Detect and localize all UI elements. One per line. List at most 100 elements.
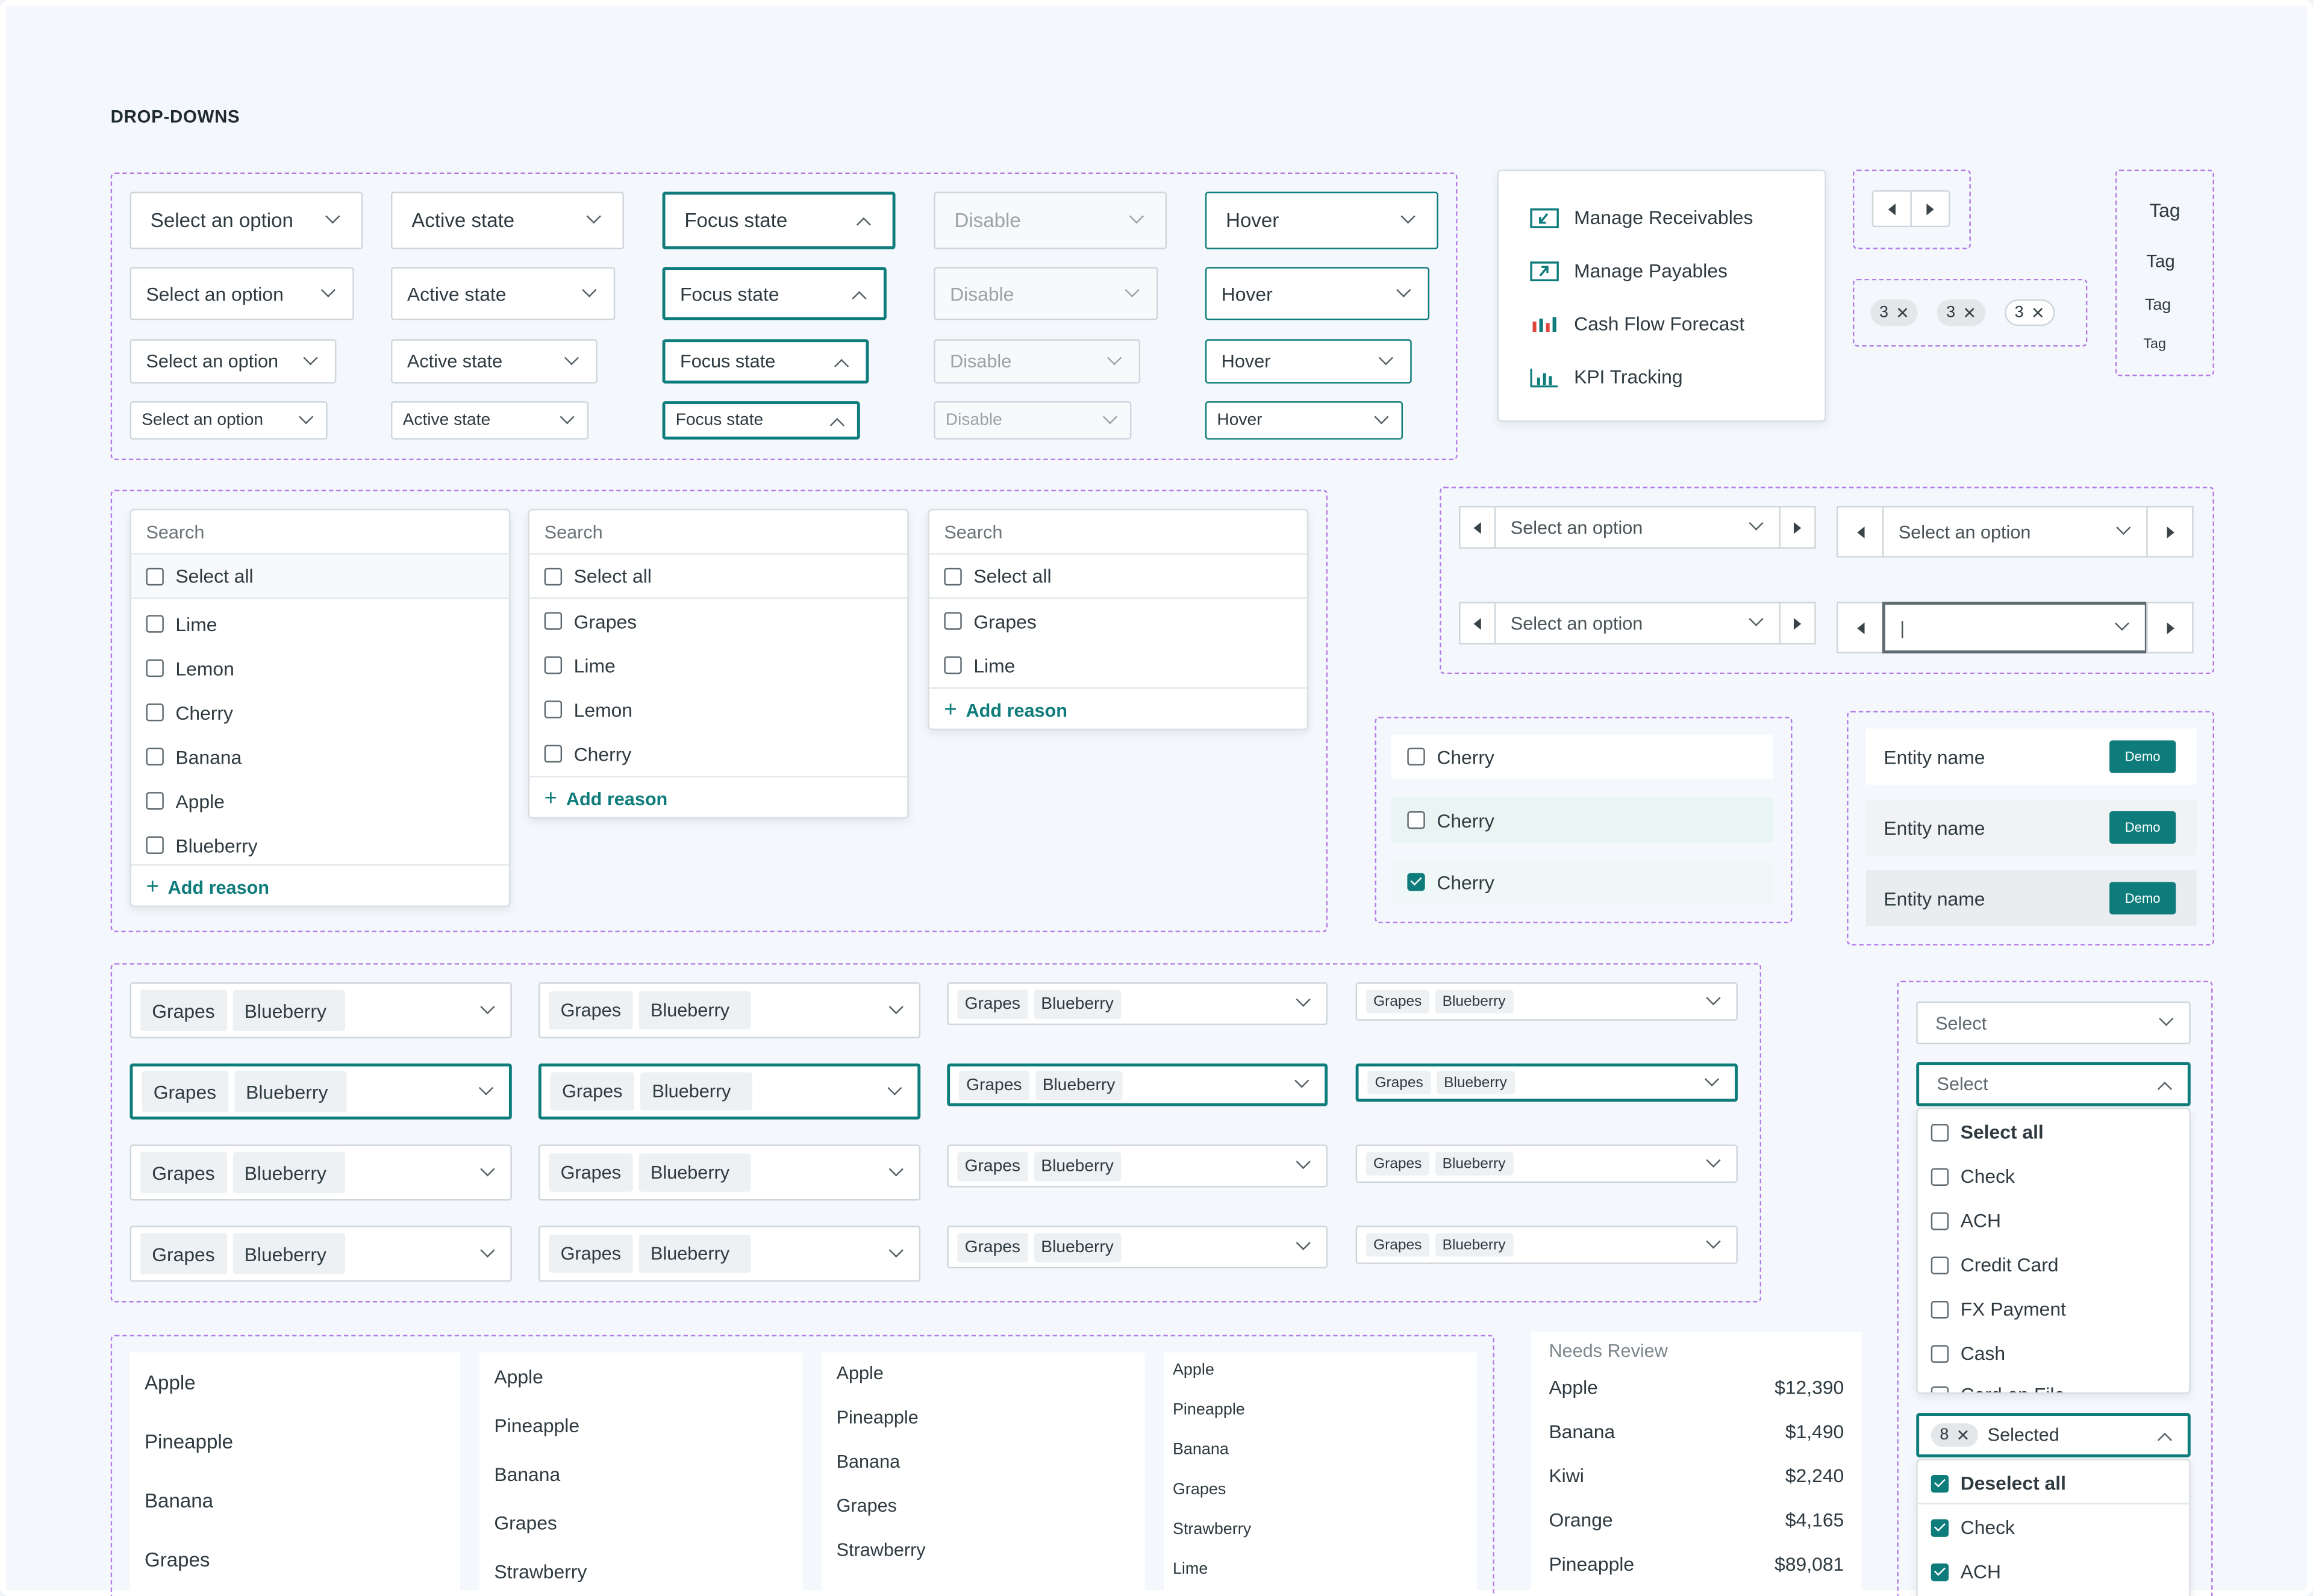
chip-grapes[interactable]: Grapes (957, 989, 1028, 1019)
focus-select[interactable]: Focus state (662, 339, 869, 384)
chip-blueberry[interactable]: Blueberry (1436, 1070, 1515, 1095)
hover-select[interactable]: Hover (1205, 339, 1412, 384)
checkbox[interactable] (544, 700, 563, 719)
list-item[interactable]: Strawberry (1173, 1521, 1251, 1538)
select-select[interactable]: Select an option (130, 401, 328, 440)
multi-select[interactable]: Grapes Blueberry (130, 1144, 512, 1201)
multi-select[interactable]: Grapes Blueberry (538, 1063, 921, 1120)
checkbox[interactable] (544, 744, 563, 763)
select-select[interactable]: Select an option (130, 192, 363, 249)
list-option[interactable]: Lemon (131, 646, 509, 690)
payment-option[interactable]: ACH (1931, 1560, 2001, 1583)
active-select[interactable]: Active state (390, 339, 598, 384)
list-item[interactable]: Pineapple (1173, 1401, 1245, 1419)
stepper-select[interactable]: Select an option (1494, 506, 1781, 549)
active-select[interactable]: Active state (390, 267, 616, 320)
menu-item-kpi[interactable]: KPI Tracking (1530, 366, 1683, 388)
search-input[interactable]: Search (929, 510, 1307, 555)
checkbox-checked[interactable] (1931, 1474, 1949, 1492)
select-all-option[interactable]: Select all (929, 554, 1307, 599)
checkbox[interactable] (1407, 811, 1425, 829)
multi-select[interactable]: Grapes Blueberry (538, 982, 921, 1039)
close-icon[interactable]: ✕ (1896, 303, 1909, 322)
list-option[interactable]: Grapes (929, 599, 1307, 643)
chip-grapes[interactable]: Grapes (550, 1072, 635, 1111)
chip-blueberry[interactable]: Blueberry (233, 990, 345, 1031)
list-option[interactable]: Cherry (529, 732, 907, 776)
multi-select[interactable]: Grapes Blueberry (130, 1226, 512, 1282)
count-chip[interactable]: 3 ✕ (2004, 299, 2055, 326)
stepper-next-button[interactable] (1779, 506, 1816, 549)
multi-select[interactable]: Grapes Blueberry (130, 1063, 512, 1120)
payment-option[interactable]: Check (1931, 1517, 2015, 1538)
list-option[interactable]: Apple (131, 779, 509, 823)
checkbox[interactable] (146, 703, 164, 722)
active-select[interactable]: Active state (390, 192, 624, 249)
multi-select[interactable]: Grapes Blueberry (538, 1144, 921, 1201)
list-option[interactable]: Lime (131, 602, 509, 646)
prev-button[interactable] (1871, 190, 1912, 228)
checkbox[interactable] (944, 612, 962, 630)
stepper-select[interactable]: Select an option (1882, 506, 2148, 558)
entity-row[interactable]: Entity name Demo (1865, 728, 2197, 785)
chip-grapes[interactable]: Grapes (1366, 1152, 1429, 1176)
search-input[interactable]: Search (529, 510, 908, 555)
list-item[interactable]: Grapes (145, 1548, 210, 1571)
chip-grapes[interactable]: Grapes (957, 1232, 1028, 1262)
select-all-option[interactable]: Select all (1931, 1121, 2044, 1143)
active-select[interactable]: Active state (390, 401, 589, 440)
checkbox[interactable] (544, 567, 563, 585)
payment-select-selected[interactable]: 8 ✕ Selected (1916, 1413, 2191, 1457)
add-reason-button[interactable]: + Add reason (131, 864, 509, 908)
chip-grapes[interactable]: Grapes (1367, 1070, 1431, 1095)
chip-grapes[interactable]: Grapes (142, 1070, 228, 1112)
count-chip[interactable]: 3 ✕ (1937, 299, 1985, 326)
payment-select-open[interactable]: Select (1916, 1062, 2191, 1106)
chip-blueberry[interactable]: Blueberry (638, 1153, 751, 1192)
stepper-prev-button[interactable] (1459, 506, 1496, 549)
list-item[interactable]: Banana (494, 1463, 560, 1485)
checkbox-checked[interactable] (1931, 1562, 1949, 1581)
list-option[interactable]: Lemon (529, 687, 907, 731)
chip-blueberry[interactable]: Blueberry (1435, 990, 1513, 1014)
checkbox[interactable] (146, 836, 164, 854)
checkbox[interactable] (544, 656, 563, 675)
list-option[interactable]: Lime (929, 643, 1307, 687)
chip-blueberry[interactable]: Blueberry (1435, 1152, 1513, 1176)
checkbox-checked[interactable] (1407, 873, 1425, 891)
search-input[interactable]: Search (131, 510, 509, 555)
checkbox[interactable] (146, 615, 164, 633)
add-reason-button[interactable]: + Add reason (929, 687, 1307, 731)
list-item[interactable]: Pineapple (494, 1415, 579, 1437)
chip-grapes[interactable]: Grapes (958, 1070, 1029, 1100)
close-icon[interactable]: ✕ (2031, 303, 2045, 322)
multi-select[interactable]: Grapes Blueberry (1355, 1226, 1738, 1264)
review-row[interactable]: Apple $12,390 (1549, 1376, 1844, 1398)
multi-select[interactable]: Grapes Blueberry (130, 982, 512, 1039)
stepper-prev-button[interactable] (1837, 506, 1884, 558)
checkbox[interactable] (146, 747, 164, 766)
menu-item-forecast[interactable]: Cash Flow Forecast (1530, 313, 1744, 335)
multi-select[interactable]: Grapes Blueberry (1355, 1144, 1738, 1183)
chip-grapes[interactable]: Grapes (957, 1151, 1028, 1181)
chip-blueberry[interactable]: Blueberry (1435, 1233, 1513, 1257)
hover-select[interactable]: Hover (1205, 192, 1438, 249)
checkbox-row-hover[interactable]: Cherry (1391, 797, 1773, 843)
list-option[interactable]: Grapes (529, 599, 907, 643)
checkbox[interactable] (146, 792, 164, 810)
multi-select[interactable]: Grapes Blueberry (538, 1226, 921, 1282)
chip-grapes[interactable]: Grapes (140, 1233, 227, 1274)
chip-grapes[interactable]: Grapes (549, 1153, 633, 1192)
next-button[interactable] (1910, 190, 1950, 228)
chip-blueberry[interactable]: Blueberry (638, 991, 751, 1030)
chip-grapes[interactable]: Grapes (549, 991, 633, 1030)
chip-grapes[interactable]: Grapes (1366, 1233, 1429, 1257)
focus-select[interactable]: Focus state (662, 192, 896, 249)
list-option[interactable]: Blueberry (131, 823, 509, 867)
list-option[interactable]: Lime (529, 643, 907, 687)
list-item[interactable]: Banana (837, 1451, 901, 1472)
list-item[interactable]: Pineapple (837, 1407, 919, 1427)
list-item[interactable]: Strawberry (494, 1560, 587, 1583)
payment-option[interactable]: Cash (1931, 1342, 2005, 1364)
chip-grapes[interactable]: Grapes (1366, 990, 1429, 1014)
